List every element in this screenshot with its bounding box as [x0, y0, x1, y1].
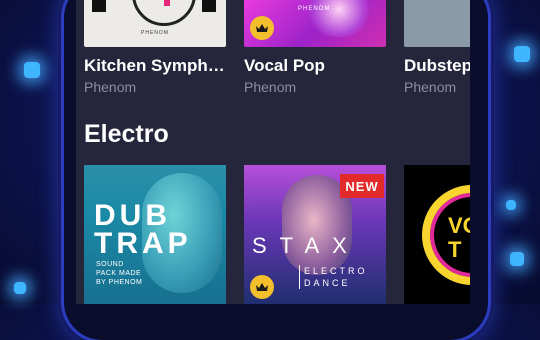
top-pack-row: PHENOM Kitchen Symph… Phenom PHENOM Voca… — [84, 0, 470, 95]
section-title-electro: Electro — [84, 120, 169, 148]
cover-subtitle: ELECTRO DANCE — [299, 265, 368, 289]
pack-cover-kitchen-symphony: PHENOM — [84, 0, 226, 47]
crown-icon — [250, 275, 274, 299]
cover-small-line-3: BY PHENOM — [96, 279, 143, 286]
cover-small-line-1: SOUND — [96, 261, 124, 268]
background-glow-right — [514, 46, 530, 62]
pack-title: Kitchen Symph… — [84, 56, 225, 75]
cover-label: PHENOM — [298, 6, 331, 12]
cover-small-text: SOUND PACK MADE BY PHENOM — [96, 260, 142, 287]
background-glow-left — [24, 62, 40, 78]
cover-bar-left — [92, 0, 106, 12]
pack-cover-dub-trap: DUB TRAP SOUND PACK MADE BY PHENOM — [84, 165, 226, 304]
pack-card-kitchen-symphony[interactable]: PHENOM Kitchen Symph… Phenom — [84, 0, 226, 95]
pack-artist: Phenom — [244, 79, 297, 95]
cover-title-line-2: TRAP — [94, 227, 192, 260]
pack-cover-stax: NEW STAX ELECTRO DANCE — [244, 165, 386, 304]
pack-card-vortex[interactable]: VO T — [404, 165, 470, 304]
pack-card-stax[interactable]: NEW STAX ELECTRO DANCE — [244, 165, 386, 304]
cover-title-line-2: T — [448, 237, 462, 262]
cover-title: STAX — [252, 233, 360, 258]
background-glow-right-bottom — [510, 252, 524, 266]
background-glow-right-mid — [506, 200, 516, 210]
new-badge: NEW — [340, 174, 384, 198]
pack-card-dubstep[interactable]: Dubstep Phenom — [404, 0, 470, 95]
cover-subtitle-line-2: DANCE — [304, 278, 351, 288]
cover-title-line-1: VO — [448, 213, 470, 238]
pack-cover-dubstep — [404, 0, 470, 47]
app-screen: PHENOM Kitchen Symph… Phenom PHENOM Voca… — [76, 0, 470, 304]
pack-card-dub-trap[interactable]: DUB TRAP SOUND PACK MADE BY PHENOM — [84, 165, 226, 304]
pack-cover-vocal-pop: PHENOM — [244, 0, 386, 47]
cover-bar-right — [202, 0, 216, 12]
cover-small-line-2: PACK MADE — [96, 270, 142, 277]
cover-pink-accent — [164, 0, 170, 6]
pack-cover-vortex: VO T — [404, 165, 470, 304]
background-glow-left-bottom — [14, 282, 26, 294]
pack-card-vocal-pop[interactable]: PHENOM Vocal Pop Phenom — [244, 0, 386, 95]
pack-title: Vocal Pop — [244, 56, 325, 75]
pack-artist: Phenom — [404, 79, 457, 95]
crown-icon — [250, 16, 274, 40]
cover-subtitle-line-1: ELECTRO — [304, 266, 368, 276]
pack-title: Dubstep — [404, 56, 470, 75]
cover-label: PHENOM — [141, 30, 169, 36]
electro-pack-row: DUB TRAP SOUND PACK MADE BY PHENOM NEW S… — [84, 165, 470, 304]
pack-artist: Phenom — [84, 79, 137, 95]
